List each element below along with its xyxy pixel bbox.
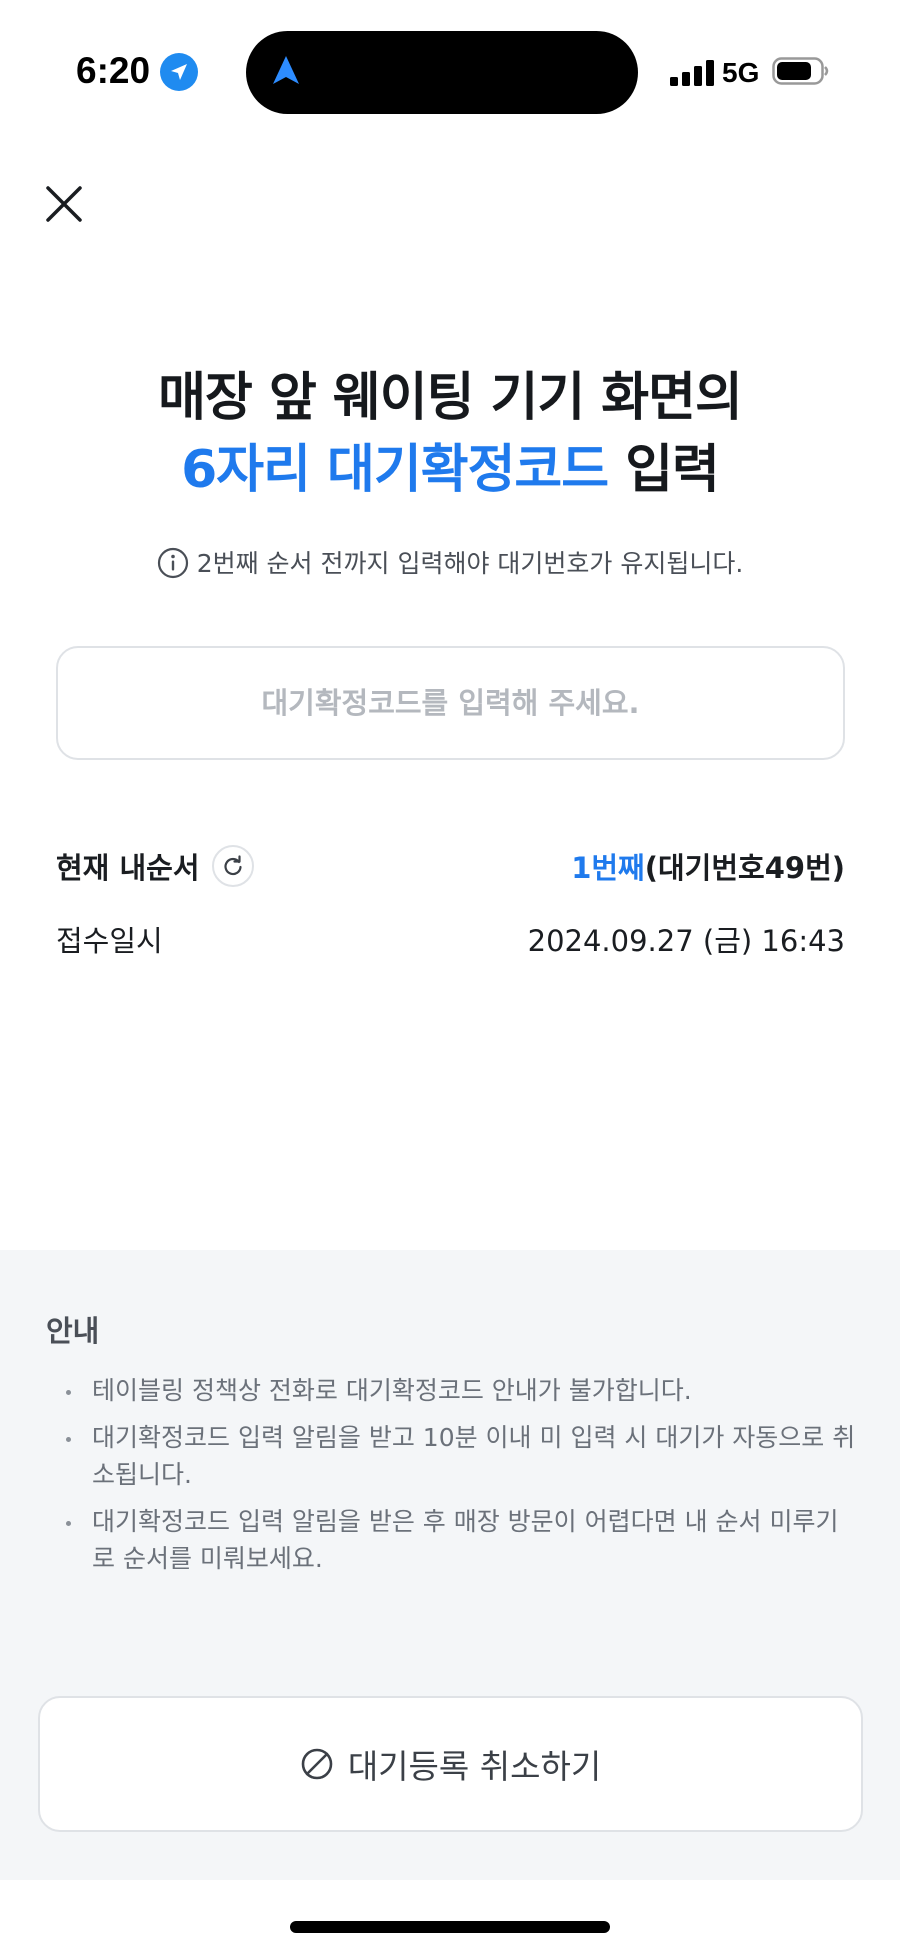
info-icon [157, 547, 188, 579]
title-line-2: 6자리 대기확정코드 입력 [0, 434, 900, 506]
received-time-label: 접수일시 [56, 924, 163, 958]
current-order-value: 1번째(대기번호49번) [571, 845, 845, 887]
current-order-label: 현재 내순서 [56, 851, 200, 885]
confirm-code-input[interactable] [56, 646, 845, 760]
signal-icon [670, 60, 714, 86]
guide-item: 대기확정코드 입력 알림을 받은 후 매장 방문이 어렵다면 내 순서 미루기로… [56, 1503, 856, 1577]
status-bar: 6:20 5G [0, 0, 900, 140]
title-rest: 입력 [608, 440, 720, 500]
received-time-row: 접수일시 2024.09.27 (금) 16:43 [56, 914, 845, 964]
title-accent: 6자리 대기확정코드 [181, 440, 609, 500]
guide-section: 안내 테이블링 정책상 전화로 대기확정코드 안내가 불가합니다. 대기확정코드… [0, 1250, 900, 1880]
dynamic-island [246, 31, 638, 114]
title-line-1: 매장 앞 웨이팅 기기 화면의 [158, 368, 743, 428]
guide-list: 테이블링 정책상 전화로 대기확정코드 안내가 불가합니다. 대기확정코드 입력… [56, 1372, 856, 1587]
waiting-number: (대기번호49번) [644, 851, 845, 885]
current-order-label-group: 현재 내순서 [56, 845, 254, 887]
notice-text: 2번째 순서 전까지 입력해야 대기번호가 유지됩니다. [196, 549, 744, 578]
refresh-icon [223, 855, 242, 876]
waiting-code-page: 6:20 5G 매장 앞 웨이팅 기기 화면의 6자리 대기확정코드 입력 2번… [0, 0, 900, 1957]
navigation-icon [270, 54, 302, 92]
refresh-button[interactable] [211, 845, 254, 887]
location-arrow-icon [160, 53, 198, 91]
guide-title: 안내 [46, 1314, 100, 1348]
order-position: 1번째 [571, 851, 645, 885]
close-icon [46, 186, 82, 222]
notice: 2번째 순서 전까지 입력해야 대기번호가 유지됩니다. [0, 544, 900, 580]
battery-icon [772, 57, 829, 85]
current-order-row: 현재 내순서 1번째(대기번호49번) [56, 838, 845, 894]
cancel-waiting-label: 대기등록 취소하기 [347, 1747, 602, 1786]
received-time-value: 2024.09.27 (금) 16:43 [527, 924, 845, 958]
close-button[interactable] [40, 180, 88, 228]
network-type: 5G [722, 57, 760, 88]
home-indicator [290, 1921, 610, 1933]
guide-item: 테이블링 정책상 전화로 대기확정코드 안내가 불가합니다. [56, 1372, 856, 1409]
cancel-waiting-button[interactable]: 대기등록 취소하기 [38, 1696, 863, 1832]
prohibit-icon [301, 1748, 333, 1780]
status-time: 6:20 [76, 50, 151, 91]
page-title: 매장 앞 웨이팅 기기 화면의 6자리 대기확정코드 입력 [0, 362, 900, 506]
guide-item: 대기확정코드 입력 알림을 받고 10분 이내 미 입력 시 대기가 자동으로 … [56, 1419, 856, 1493]
